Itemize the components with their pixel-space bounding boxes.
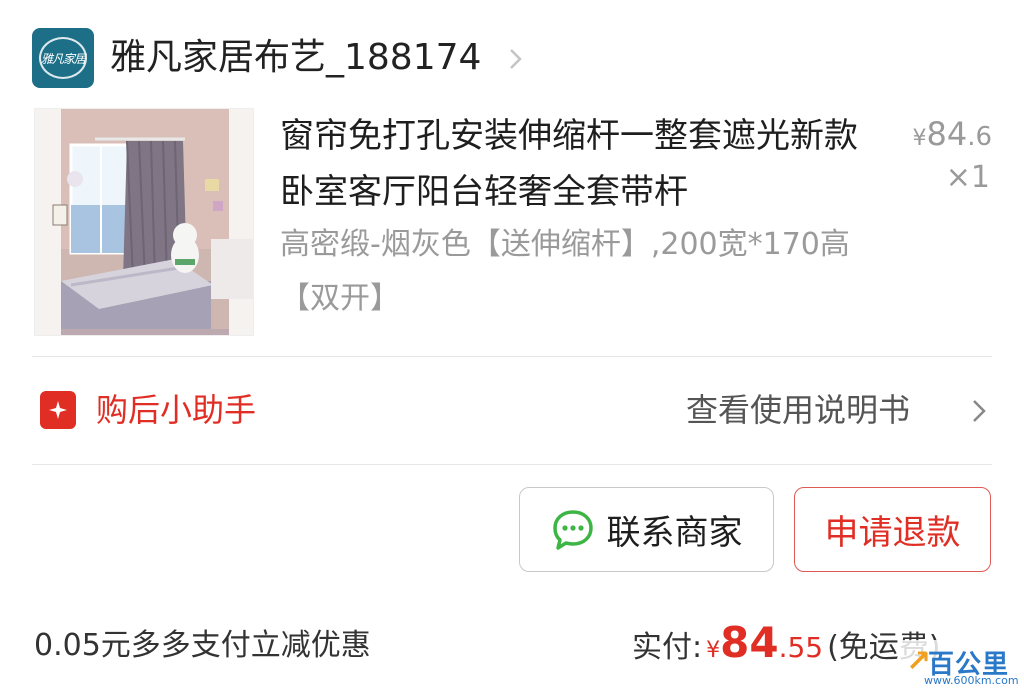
price-integer: 84 [926,115,968,153]
watermark-url: www.600km.com [924,674,1019,687]
request-refund-label: 申请退款 [824,513,961,553]
product-quantity: ×1 [945,160,990,195]
helper-icon[interactable] [40,391,76,429]
product-title[interactable]: 窗帘免打孔安装伸缩杆一整套遮光新款卧室客厅阳台轻奢全套带杆 [280,108,880,220]
amount-paid: 实付: ¥ 84 .55 (免运费) [632,618,941,674]
request-refund-button[interactable]: 申请退款 [794,487,991,572]
price-decimal: .6 [967,122,992,152]
chevron-right-icon[interactable] [968,396,990,426]
payment-discount-text: 0.05元多多支付立减优惠 [34,628,371,663]
amount-paid-integer: 84 [720,618,779,667]
store-logo-text: 雅凡家居 [41,51,86,66]
product-price: ¥84.6 [894,112,992,161]
watermark: ↗ 百公里 www.600km.com [900,640,1024,691]
contact-seller-label: 联系商家 [606,513,743,553]
amount-paid-label: 实付: [632,630,703,665]
chevron-right-icon[interactable] [503,44,529,74]
view-manual-link[interactable]: 查看使用说明书 [686,384,910,436]
store-logo[interactable]: 雅凡家居 [32,28,94,88]
product-spec: 高密缎-烟灰色【送伸缩杆】,200宽*170高【双开】 [280,227,850,316]
store-name[interactable]: 雅凡家居布艺_188174 [110,30,481,86]
amount-paid-currency: ¥ [706,638,721,663]
amount-paid-decimal: .55 [778,631,824,664]
price-currency: ¥ [912,126,927,151]
after-sale-helper-label[interactable]: 购后小助手 [96,384,256,436]
chat-bubble-icon [552,509,593,550]
divider [32,356,992,357]
divider [32,464,992,465]
product-photo [35,109,253,335]
product-image[interactable] [34,108,254,336]
sparkle-icon [49,401,67,419]
contact-seller-button[interactable]: 联系商家 [519,487,774,572]
